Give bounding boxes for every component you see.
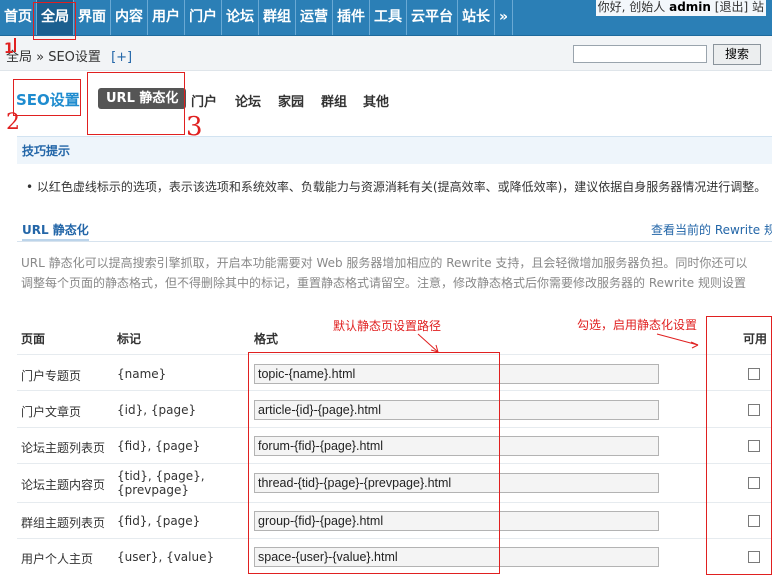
- breadcrumb-text: 全局 » SEO设置: [6, 50, 101, 65]
- tab-group[interactable]: 群组: [321, 91, 347, 110]
- tips-bar: [17, 136, 772, 164]
- row-page-name: 门户专题页: [21, 369, 82, 383]
- bullet-icon: •: [26, 180, 37, 194]
- row-marks: {user}, {value}: [117, 550, 215, 564]
- tips-text: • 以红色虚线标示的选项，表示该选项和系统效率、负载能力与资源消耗有关(提高效率…: [26, 178, 766, 195]
- search-button[interactable]: 搜索: [713, 44, 761, 65]
- row-marks: {fid}, {page}: [117, 439, 201, 453]
- column-header-page: 页面: [21, 332, 46, 346]
- nav-item-plugins[interactable]: 插件: [333, 0, 370, 35]
- annotation-box-enable-column: [706, 316, 772, 575]
- annotation-box-seo: [13, 79, 81, 116]
- tab-other[interactable]: 其他: [363, 91, 389, 110]
- annotation-number-3: 3: [186, 112, 203, 142]
- nav-item-forum[interactable]: 论坛: [222, 0, 259, 35]
- tab-portal[interactable]: 门户: [191, 91, 217, 110]
- nav-more-icon[interactable]: »: [495, 0, 514, 35]
- annotation-default-path: 默认静态页设置路径: [333, 319, 442, 333]
- row-marks: {name}: [117, 367, 167, 381]
- tips-heading: 技巧提示: [22, 144, 71, 158]
- row-page-name: 用户个人主页: [21, 552, 94, 566]
- row-marks: {id}, {page}: [117, 403, 197, 417]
- user-greeting: 你好, 创始人: [597, 0, 666, 14]
- nav-item-admin[interactable]: 站长: [458, 0, 495, 35]
- section-heading: URL 静态化: [22, 221, 89, 241]
- row-page-name: 门户文章页: [21, 405, 82, 419]
- section-divider: [17, 241, 772, 242]
- section-description: URL 静态化可以提高搜索引擎抓取，开启本功能需要对 Web 服务器增加相应的 …: [21, 256, 748, 290]
- column-header-marks: 标记: [117, 332, 142, 346]
- nav-item-content[interactable]: 内容: [111, 0, 148, 35]
- nav-item-portal[interactable]: 门户: [185, 0, 222, 35]
- view-rewrite-link[interactable]: 查看当前的 Rewrite 规则: [651, 221, 772, 238]
- nav-item-group[interactable]: 群组: [259, 0, 296, 35]
- user-info: 你好, 创始人 admin [退出] 站: [595, 0, 766, 16]
- user-name: admin: [669, 0, 711, 14]
- nav-item-cloud[interactable]: 云平台: [407, 0, 458, 35]
- row-page-name: 群组主题列表页: [21, 516, 106, 530]
- nav-item-operation[interactable]: 运营: [296, 0, 333, 35]
- site-link-partial[interactable]: 站: [752, 0, 764, 14]
- search-input[interactable]: [573, 45, 707, 63]
- annotation-check-enable: 勾选，启用静态化设置: [577, 318, 698, 332]
- arrowhead-format-icon: [430, 344, 439, 353]
- arrowhead-checkbox-icon: [690, 341, 699, 349]
- add-shortcut-link[interactable]: [+]: [111, 50, 132, 65]
- annotation-number-2: 2: [6, 110, 20, 135]
- arrow-to-checkbox-icon: [656, 333, 699, 346]
- tips-text-content: 以红色虚线标示的选项，表示该选项和系统效率、负载能力与资源消耗有关(提高效率、或…: [36, 180, 767, 194]
- nav-item-home[interactable]: 首页: [0, 0, 37, 35]
- annotation-number-1: 1: [4, 41, 14, 57]
- annotation-box-url-tab: [87, 72, 185, 135]
- nav-item-users[interactable]: 用户: [148, 0, 185, 35]
- nav-item-tools[interactable]: 工具: [370, 0, 407, 35]
- annotation-box-global: [33, 2, 76, 40]
- breadcrumb: 全局 » SEO设置 [+]: [6, 46, 132, 65]
- arrow-to-format-icon: [417, 333, 439, 353]
- row-marks: {fid}, {page}: [117, 514, 201, 528]
- nav-item-interface[interactable]: 界面: [74, 0, 111, 35]
- row-marks: {tid}, {page}, {prevpage}: [117, 469, 205, 497]
- column-header-format: 格式: [254, 332, 279, 346]
- tab-home[interactable]: 家园: [278, 91, 304, 110]
- row-page-name: 论坛主题列表页: [21, 441, 106, 455]
- tab-forum[interactable]: 论坛: [235, 91, 261, 110]
- logout-link[interactable]: [退出]: [715, 0, 748, 14]
- row-page-name: 论坛主题内容页: [21, 478, 106, 492]
- main-nav: 首页 全局 界面 内容 用户 门户 论坛 群组 运营 插件 工具 云平台 站长 …: [0, 0, 514, 35]
- annotation-box-format-column: [248, 352, 500, 574]
